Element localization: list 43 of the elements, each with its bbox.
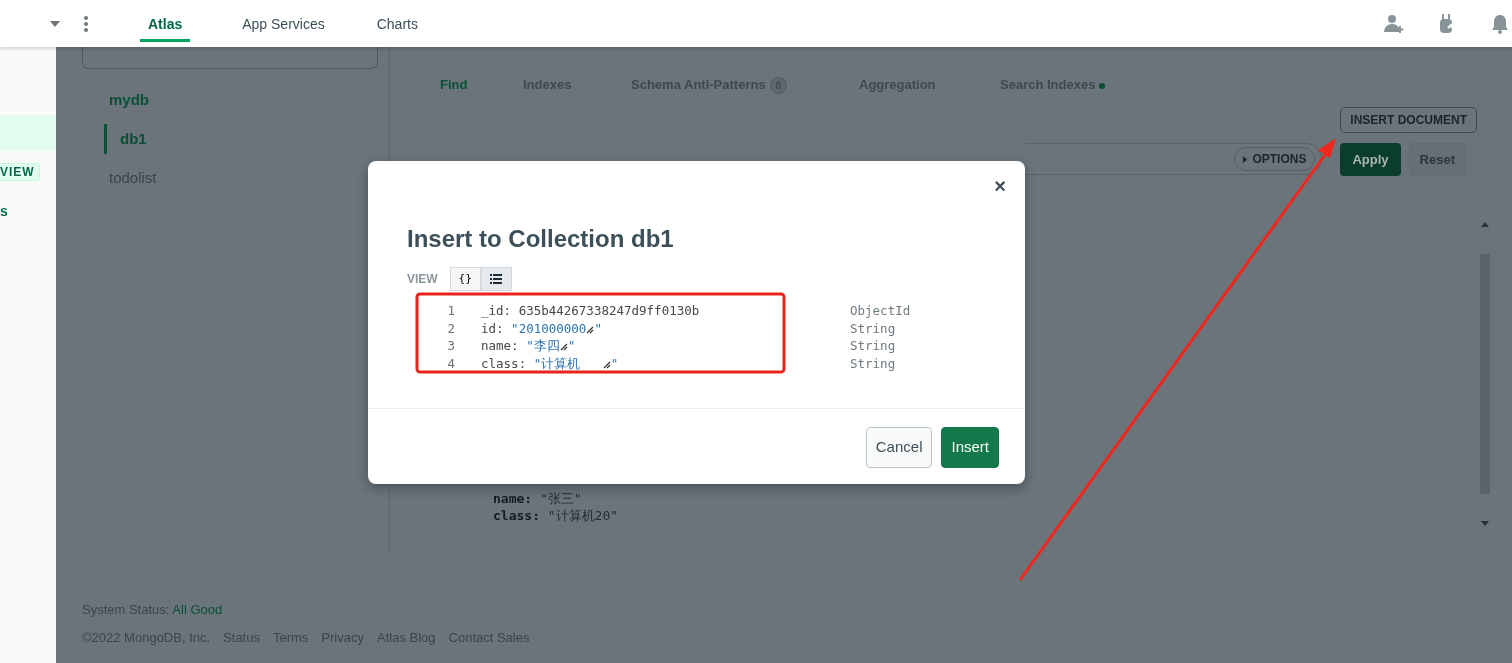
caret-right-icon bbox=[1243, 155, 1248, 163]
close-button[interactable]: × bbox=[993, 175, 1007, 197]
preview-badge: VIEW bbox=[0, 163, 40, 181]
collection-tab[interactable]: Find bbox=[440, 75, 523, 95]
insert-button[interactable]: Insert bbox=[941, 427, 999, 468]
field-entry[interactable]: name: "李四 " bbox=[481, 337, 850, 355]
more-options-icon[interactable] bbox=[84, 15, 88, 32]
system-status-value[interactable]: All Good bbox=[172, 602, 223, 617]
line-number: 2 bbox=[446, 319, 455, 337]
nav-tab[interactable]: Atlas bbox=[140, 14, 191, 42]
database-item[interactable]: mydb bbox=[82, 89, 149, 112]
field-type: String bbox=[850, 354, 896, 372]
json-view-button[interactable]: {} bbox=[449, 267, 481, 291]
field-entry[interactable]: _id: 635b44267338247d9ff0130b bbox=[481, 302, 850, 320]
field-type: String bbox=[850, 337, 896, 355]
nav-tab[interactable]: App Services bbox=[242, 14, 325, 42]
apply-button[interactable]: Apply bbox=[1340, 142, 1401, 176]
scroll-up-icon[interactable] bbox=[1481, 222, 1489, 227]
scroll-down-icon[interactable] bbox=[1481, 521, 1489, 526]
add-user-icon[interactable] bbox=[1384, 13, 1404, 34]
view-label: VIEW bbox=[407, 271, 438, 288]
list-view-button[interactable] bbox=[480, 267, 512, 291]
notification-bell-icon[interactable] bbox=[1492, 13, 1508, 34]
insert-document-button[interactable]: INSERT DOCUMENT bbox=[1340, 106, 1477, 133]
nav-link[interactable]: s bbox=[0, 201, 10, 222]
field-entry[interactable]: class: "计算机 " bbox=[481, 354, 850, 372]
line-number: 4 bbox=[446, 354, 455, 372]
resize-grip-icon[interactable] bbox=[586, 325, 595, 334]
field-entry[interactable]: id: "201000000 " bbox=[481, 319, 850, 337]
resize-grip-icon[interactable] bbox=[602, 360, 611, 369]
field-type: ObjectId bbox=[850, 302, 911, 320]
field-type: String bbox=[850, 319, 896, 337]
caret-down-icon[interactable] bbox=[50, 20, 60, 27]
document-field: name: "张三" bbox=[493, 490, 1478, 507]
nav-tab[interactable]: Charts bbox=[376, 14, 418, 42]
collection-item[interactable]: db1 bbox=[104, 123, 389, 154]
cancel-button[interactable]: Cancel bbox=[865, 427, 933, 468]
line-number: 1 bbox=[446, 302, 455, 320]
resize-grip-icon[interactable] bbox=[559, 343, 568, 351]
modal-title: Insert to Collection db1 bbox=[407, 224, 675, 254]
line-number: 3 bbox=[446, 337, 455, 355]
list-icon bbox=[490, 274, 503, 284]
document-field: class: "计算机20" bbox=[493, 507, 1478, 524]
